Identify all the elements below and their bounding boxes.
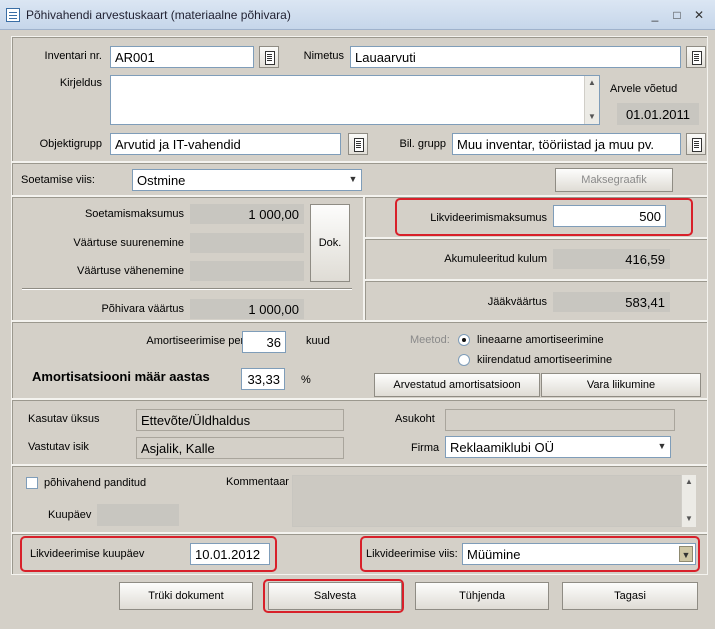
inventari-label: Inventari nr. xyxy=(44,50,102,62)
maar-input[interactable]: 33,33 xyxy=(241,368,285,390)
inventari-lookup-icon[interactable] xyxy=(259,46,279,68)
likvmaksumus-highlight xyxy=(395,198,693,236)
responsibility-section: Kasutav üksus Ettevõte/Üldhaldus Vastuta… xyxy=(11,399,708,465)
kommentaar-textarea[interactable] xyxy=(292,475,682,527)
soetamise-label: Soetamise viis: xyxy=(21,174,95,186)
bilgrupp-input[interactable]: Muu inventar, tööriistad ja muu pv. xyxy=(452,133,681,155)
soetamismaksumus-value: 1 000,00 xyxy=(190,204,304,224)
firma-label: Firma xyxy=(411,442,440,454)
pohivara-label: Põhivara väärtus xyxy=(101,303,184,315)
acquisition-section: Soetamise viis: Ostmine ▼ Maksegraafik xyxy=(11,162,708,196)
value-section: Soetamismaksumus 1 000,00 Väärtuse suure… xyxy=(11,196,364,321)
lineaarne-radio[interactable] xyxy=(458,334,470,346)
kirjeldus-scrollbar[interactable]: ▲ ▼ xyxy=(584,76,599,124)
firma-value: Reklaamiklubi OÜ xyxy=(450,440,555,455)
close-icon[interactable]: ✕ xyxy=(691,7,707,23)
dok-button[interactable]: Dok. xyxy=(310,204,350,282)
panditud-checkbox[interactable] xyxy=(26,477,38,489)
minimize-icon[interactable]: _ xyxy=(647,7,663,23)
kirjeldus-label: Kirjeldus xyxy=(59,77,102,89)
asukoht-value xyxy=(445,409,675,431)
maksegraafik-button[interactable]: Maksegraafik xyxy=(555,168,673,192)
kasutav-value: Ettevõte/Üldhaldus xyxy=(136,409,344,431)
akumuleeritud-label: Akumuleeritud kulum xyxy=(444,253,547,265)
objektigrupp-label: Objektigrupp xyxy=(39,138,102,150)
vahenemine-value xyxy=(190,261,304,281)
divider xyxy=(22,288,352,290)
kuupaev-value xyxy=(97,504,179,526)
kommentaar-scrollbar[interactable]: ▲ ▼ xyxy=(681,475,696,527)
maar-label: Amortisatsiooni määr aastas xyxy=(32,369,210,384)
liikumine-button[interactable]: Vara liikumine xyxy=(541,373,701,397)
panditud-label[interactable]: põhivahend panditud xyxy=(44,477,146,489)
kiirendatud-radio[interactable] xyxy=(458,354,470,366)
suurenemine-value xyxy=(190,233,304,253)
soetamise-select[interactable]: Ostmine ▼ xyxy=(132,169,362,191)
vastutav-label: Vastutav isik xyxy=(28,441,89,453)
nimetus-label: Nimetus xyxy=(303,50,344,62)
likv-viis-highlight xyxy=(360,536,700,572)
vahenemine-label: Väärtuse vähenemine xyxy=(76,265,184,277)
maximize-icon[interactable]: □ xyxy=(669,7,685,23)
bilgrupp-label: Bil. grupp xyxy=(399,138,446,150)
meetod-label: Meetod: xyxy=(410,334,450,346)
kirjeldus-textarea[interactable] xyxy=(110,75,600,125)
arvele-date: 01.01.2011 xyxy=(617,103,699,125)
kommentaar-label: Kommentaar xyxy=(226,476,289,488)
scroll-down-icon[interactable]: ▼ xyxy=(682,512,696,526)
kuupaev-label: Kuupäev xyxy=(48,509,92,521)
jaakvaartus-section: Jääkväärtus 583,41 xyxy=(364,280,708,321)
akumuleeritud-section: Akumuleeritud kulum 416,59 xyxy=(364,238,708,280)
suurenemine-label: Väärtuse suurenemine xyxy=(73,237,184,249)
kasutav-label: Kasutav üksus xyxy=(28,413,100,425)
inventari-input[interactable]: AR001 xyxy=(110,46,254,68)
firma-select[interactable]: Reklaamiklubi OÜ ▼ xyxy=(445,436,671,458)
chevron-down-icon[interactable]: ▼ xyxy=(345,170,361,190)
objektigrupp-input[interactable]: Arvutid ja IT-vahendid xyxy=(110,133,341,155)
pohivara-value: 1 000,00 xyxy=(190,299,304,319)
kiirendatud-label[interactable]: kiirendatud amortiseerimine xyxy=(477,354,612,366)
window-title: Põhivahendi arvestuskaart (materiaalne p… xyxy=(26,8,291,22)
lineaarne-label[interactable]: lineaarne amortiseerimine xyxy=(477,334,604,346)
soetamise-value: Ostmine xyxy=(137,173,186,188)
scroll-up-icon[interactable]: ▲ xyxy=(585,76,599,90)
print-button[interactable]: Trüki dokument xyxy=(119,582,253,610)
chevron-down-icon[interactable]: ▼ xyxy=(654,437,670,457)
periood-input[interactable]: 36 xyxy=(242,331,286,353)
objektigrupp-lookup-icon[interactable] xyxy=(348,133,368,155)
maar-unit: % xyxy=(301,374,311,386)
scroll-down-icon[interactable]: ▼ xyxy=(585,110,599,124)
back-button[interactable]: Tagasi xyxy=(562,582,698,610)
save-highlight xyxy=(263,579,404,613)
periood-unit: kuud xyxy=(306,335,330,347)
form-body: Inventari nr. AR001 Nimetus Lauaarvuti K… xyxy=(4,30,711,626)
pledge-section: põhivahend panditud Kuupäev Kommentaar ▲… xyxy=(11,465,708,533)
soetamismaksumus-label: Soetamismaksumus xyxy=(84,208,184,220)
akumuleeritud-value: 416,59 xyxy=(553,249,670,269)
vastutav-value: Asjalik, Kalle xyxy=(136,437,344,459)
header-section: Inventari nr. AR001 Nimetus Lauaarvuti K… xyxy=(11,36,708,162)
asukoht-label: Asukoht xyxy=(395,413,435,425)
clear-button[interactable]: Tühjenda xyxy=(415,582,549,610)
nimetus-lookup-icon[interactable] xyxy=(686,46,706,68)
amortization-section: Amortiseerimise periood 36 kuud Amortisa… xyxy=(11,321,708,399)
arvestatud-button[interactable]: Arvestatud amortisatsioon xyxy=(374,373,540,397)
scroll-up-icon[interactable]: ▲ xyxy=(682,475,696,489)
app-icon xyxy=(6,8,20,22)
jaakvaartus-label: Jääkväärtus xyxy=(487,296,547,308)
nimetus-input[interactable]: Lauaarvuti xyxy=(350,46,681,68)
likv-kuupaev-highlight xyxy=(20,536,277,572)
title-bar: Põhivahendi arvestuskaart (materiaalne p… xyxy=(0,0,715,30)
bilgrupp-lookup-icon[interactable] xyxy=(686,133,706,155)
arvele-label: Arvele võetud xyxy=(610,83,678,95)
jaakvaartus-value: 583,41 xyxy=(553,292,670,312)
periood-label: Amortiseerimise periood xyxy=(146,335,265,347)
